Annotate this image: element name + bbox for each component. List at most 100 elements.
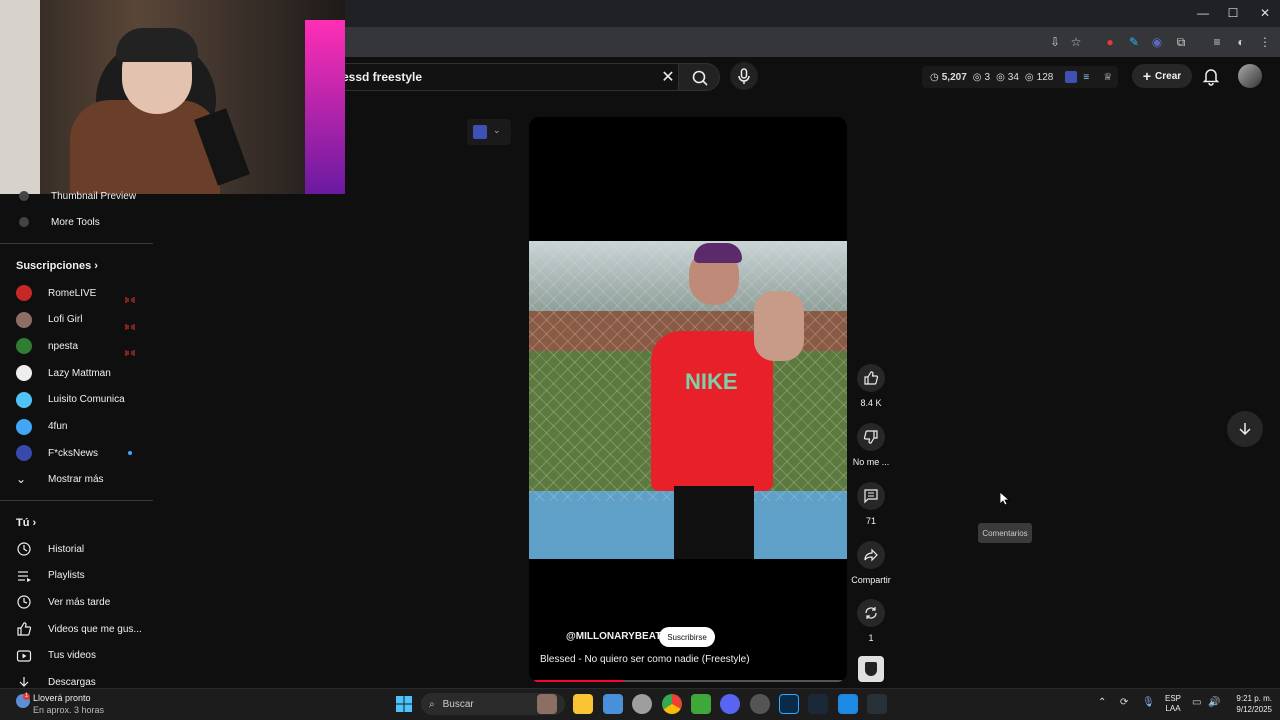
remix-icon [865, 607, 877, 619]
sidebar-item-you[interactable]: Tus videos [16, 646, 146, 666]
video-title[interactable]: Blessed - No quiero ser como nadie (Free… [540, 654, 750, 665]
search-icon: ⌕ [429, 698, 435, 710]
chevron-right-icon: › [94, 260, 98, 272]
close-window-button[interactable]: ✕ [1250, 4, 1280, 22]
minimize-button[interactable]: — [1188, 4, 1218, 22]
minecraft-icon[interactable] [691, 694, 711, 714]
sidebar-item-subscription[interactable]: F*cksNews [16, 443, 146, 463]
steam-icon[interactable] [808, 694, 828, 714]
subscriptions-heading-label: Suscripciones [16, 260, 92, 272]
iq-extension-button[interactable]: ⌄ [467, 119, 511, 145]
volume-icon[interactable]: 🔊 [1208, 697, 1220, 708]
audio-thumbnail[interactable] [858, 656, 884, 682]
extension-icon[interactable]: ◉ [1148, 33, 1166, 51]
app-icon[interactable] [750, 694, 770, 714]
subscribe-button[interactable]: Suscribirse [659, 627, 715, 647]
voice-search-button[interactable] [730, 62, 758, 90]
create-label: Crear [1155, 70, 1182, 82]
chrome-icon[interactable] [662, 694, 682, 714]
sidebar-item-subscription[interactable]: Lazy Mattman [16, 363, 146, 383]
start-button[interactable] [395, 695, 413, 713]
chevron-up-icon[interactable]: ⌃ [1098, 697, 1106, 708]
you-heading-label: Tú [16, 517, 30, 529]
photoshop-icon[interactable] [779, 694, 799, 714]
sidebar-item-you[interactable]: Videos que me gus... [16, 619, 146, 639]
store-icon[interactable] [603, 694, 623, 714]
language-indicator[interactable]: ESP LAA [1165, 694, 1181, 714]
file-explorer-icon[interactable] [573, 694, 593, 714]
sidebar-item-label: RomeLIVE [48, 287, 97, 299]
history-icon [17, 542, 31, 556]
channel-avatar [16, 418, 32, 435]
performer-pants [674, 486, 754, 559]
channel-name[interactable]: @MILLONARYBEATS [566, 631, 668, 642]
sidebar-item-you[interactable]: Playlists [16, 566, 146, 586]
weather-widget[interactable]: 1 Lloverá pronto En aprox. 3 horas [10, 692, 120, 718]
maximize-button[interactable]: ☐ [1218, 4, 1248, 22]
eye-icon: ◎ [1024, 71, 1034, 83]
video-progress-bar[interactable] [534, 680, 842, 682]
sidebar-item-subscription[interactable]: Luisito Comunica [16, 390, 146, 410]
next-video-button[interactable] [1227, 411, 1263, 447]
like-button[interactable] [857, 364, 885, 392]
menu-kebab-icon[interactable]: ⋮ [1256, 33, 1274, 51]
list-icon[interactable]: ≡ [1083, 72, 1089, 83]
wall-poster [0, 0, 40, 194]
extension-icon[interactable]: ● [1101, 33, 1119, 51]
live-indicator-icon [125, 290, 135, 303]
share-button[interactable] [857, 541, 885, 569]
channel-avatar [16, 338, 32, 355]
discord-icon[interactable] [720, 694, 740, 714]
remix-count: 1 [868, 633, 874, 643]
clock[interactable]: 9:21 p. m. 9/12/2025 [1224, 693, 1272, 715]
subscriptions-heading[interactable]: Suscripciones › [16, 260, 98, 272]
you-heading[interactable]: Tú › [16, 517, 36, 529]
dislike-button[interactable] [857, 423, 885, 451]
bookmark-star-icon[interactable]: ☆ [1067, 33, 1085, 51]
sidebar-item-you[interactable]: Historial [16, 539, 146, 559]
extension-icon[interactable]: ✎ [1125, 33, 1143, 51]
profile-icon[interactable]: ◐ [1232, 33, 1250, 51]
layout-code: LAA [1165, 704, 1181, 713]
sidebar-item-label: Lazy Mattman [48, 367, 111, 379]
extensions-puzzle-icon[interactable]: ⧉ [1172, 33, 1190, 51]
mic-icon[interactable]: 🎙 [1142, 697, 1155, 708]
trophy-icon[interactable]: ♕ [1103, 72, 1112, 83]
performer-shirt [651, 331, 773, 491]
channel-avatar[interactable] [540, 628, 558, 646]
notifications-button[interactable] [1202, 66, 1220, 86]
show-more-button[interactable]: ⌄ Mostrar más [16, 469, 146, 489]
remix-button[interactable] [857, 599, 885, 627]
create-button[interactable]: + Crear [1132, 64, 1192, 88]
shorts-video-player[interactable]: NIKE [529, 117, 847, 682]
settings-icon[interactable] [632, 694, 652, 714]
sync-icon[interactable]: ⟳ [1120, 697, 1128, 708]
sidebar-item-label: F*cksNews [48, 447, 99, 459]
tool-icon [19, 191, 29, 201]
taskbar-widget-icon[interactable] [537, 694, 557, 714]
chevron-down-icon: ⌄ [493, 125, 501, 135]
iq-icon[interactable] [1065, 71, 1078, 83]
sidebar-item-subscription[interactable]: 4fun [16, 417, 146, 437]
share-label: Compartir [851, 575, 891, 585]
search-query: essd freestyle [342, 70, 423, 84]
account-avatar[interactable] [1238, 64, 1262, 88]
app-icon[interactable] [838, 694, 858, 714]
media-controls-icon[interactable]: ≡ [1208, 33, 1226, 51]
sidebar-item-thumbnail-preview[interactable]: Thumbnail Preview [16, 186, 146, 206]
app-icon[interactable] [867, 694, 887, 714]
weather-title: Lloverá pronto [33, 693, 91, 703]
eye-icon: ◎ [996, 71, 1005, 83]
search-button[interactable] [678, 63, 720, 91]
shirt-logo: NIKE [685, 369, 738, 394]
sidebar-item-label: Videos que me gus... [48, 623, 142, 635]
sidebar-item-you[interactable]: Ver más tarde [16, 592, 146, 612]
network-icon[interactable]: ▭ [1192, 697, 1201, 708]
extension-stats-bar: ◷ 5,207 ◎ 3 ◎ 34 ◎ 128 ≡ ♕ [922, 66, 1118, 88]
sidebar-item-more-tools[interactable]: More Tools [16, 212, 146, 232]
clear-search-icon[interactable]: ✕ [660, 67, 676, 87]
channel-avatar [16, 311, 32, 328]
sidebar-item-label: 4fun [48, 421, 68, 432]
install-app-icon[interactable]: ⇩ [1046, 33, 1064, 51]
comments-button[interactable] [857, 482, 885, 510]
